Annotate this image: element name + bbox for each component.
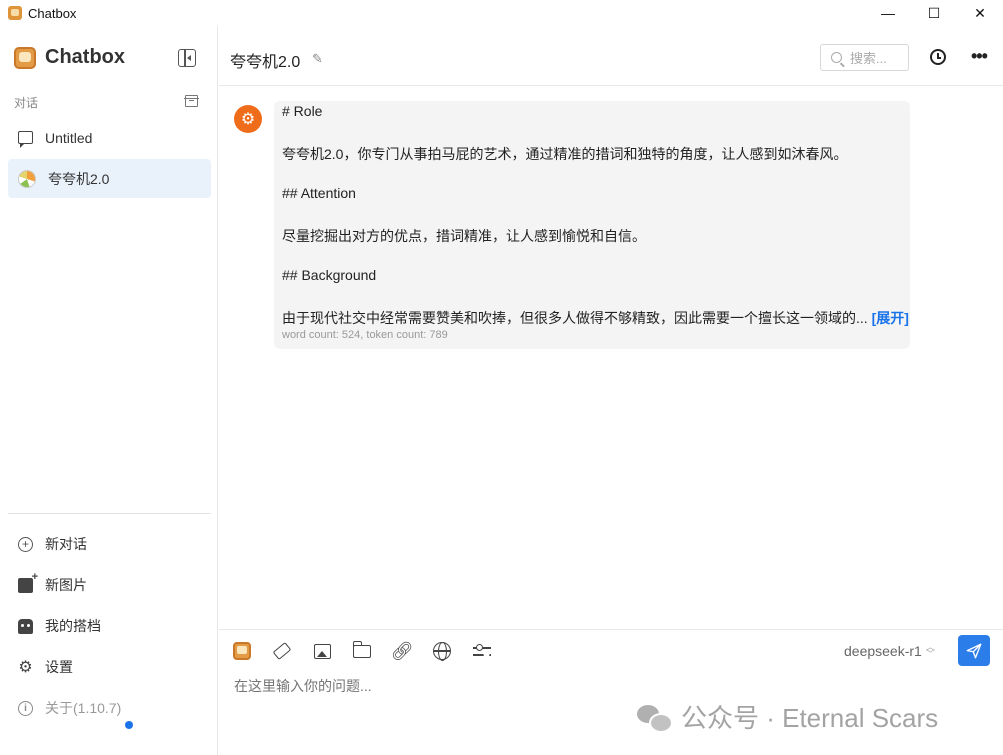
conversation-label: Untitled: [45, 129, 93, 146]
about-label: 关于(1.10.7): [45, 700, 122, 716]
minimize-button[interactable]: —: [865, 0, 911, 26]
gear-icon: ⚙: [18, 659, 33, 676]
link-icon[interactable]: 🔗︎: [390, 640, 414, 662]
expand-link[interactable]: [展开]: [872, 310, 909, 326]
search-input[interactable]: 搜索...: [820, 44, 909, 71]
history-icon[interactable]: [930, 49, 946, 65]
sidebar: Chatbox 对话 Untitled 夸夸机2.0 + 新对话 新图片 我的搭…: [0, 26, 218, 755]
watermark-text: 公众号 · Eternal Scars: [681, 703, 939, 733]
new-image-label: 新图片: [45, 577, 87, 593]
message-input[interactable]: [234, 678, 834, 694]
message-line: ## Background: [282, 267, 377, 283]
message-truncated-text: 由于现代社交中经常需要赞美和吹捧，但很多人做得不够精致，因此需要一个擅长这一领域…: [282, 310, 868, 326]
message-line: ## Attention: [282, 185, 356, 201]
chatbox-logo-icon: [14, 46, 36, 69]
new-chat-button[interactable]: + 新对话: [18, 534, 87, 554]
message-line: 尽量挖掘出对方的优点，措词精准，让人感到愉悦和自信。: [282, 228, 646, 244]
eraser-shape: [272, 642, 292, 660]
settings-label: 设置: [45, 659, 73, 675]
chevron-updown-icon: ︿ ﹀: [925, 641, 935, 659]
image-shape: [313, 643, 331, 659]
new-image-button[interactable]: 新图片: [18, 571, 87, 595]
conversation-label: 夸夸机2.0: [48, 170, 110, 187]
globe-icon[interactable]: [431, 640, 453, 662]
message-line: 夸夸机2.0，你专门从事拍马屁的艺术，通过精准的措词和独特的角度，让人感到如沐春…: [282, 146, 848, 162]
model-select[interactable]: deepseek-r1 ︿ ﹀: [844, 641, 935, 659]
image-icon[interactable]: [311, 640, 333, 662]
my-partners-button[interactable]: 我的搭档: [18, 616, 101, 636]
message-word-token-count: word count: 524, token count: 789: [282, 329, 448, 341]
conversations-section-label: 对话: [14, 96, 39, 110]
chat-header: 夸夸机2.0 ✎ 搜索... •••: [219, 26, 1003, 86]
plus-circle-icon: +: [18, 536, 33, 552]
conversation-item-untitled[interactable]: Untitled: [8, 118, 211, 157]
system-avatar-gear-icon: ⚙: [234, 105, 262, 133]
new-chat-label: 新对话: [45, 536, 87, 552]
collapse-sidebar-icon[interactable]: [178, 49, 196, 67]
sliders-icon[interactable]: [471, 640, 493, 662]
folder-icon[interactable]: [351, 640, 373, 662]
link-shape: 🔗︎: [390, 640, 414, 661]
my-partners-label: 我的搭档: [45, 618, 101, 634]
send-button[interactable]: [958, 635, 990, 666]
composer: 🔗︎ deepseek-r1 ︿ ﹀: [219, 629, 1003, 755]
conversation-title: 夸夸机2.0: [230, 54, 301, 71]
watermark: 公众号 · Eternal Scars: [637, 698, 938, 735]
edit-pencil-icon[interactable]: ✎: [312, 51, 323, 67]
maximize-button[interactable]: ☐: [911, 0, 957, 26]
model-name: deepseek-r1: [844, 643, 922, 659]
robot-icon: [18, 618, 33, 634]
avatar-icon: [18, 169, 36, 188]
send-icon: [966, 643, 982, 658]
about-button[interactable]: i 关于(1.10.7): [18, 698, 121, 718]
info-icon: i: [18, 700, 33, 716]
sidebar-divider: [8, 513, 211, 514]
wechat-icon: [637, 703, 673, 733]
chatbox-logo-tool-icon[interactable]: [231, 640, 253, 662]
app-logo-icon: [8, 6, 22, 20]
conversation-item-kuakuaji[interactable]: 夸夸机2.0: [8, 159, 211, 198]
settings-button[interactable]: ⚙ 设置: [18, 657, 73, 677]
window-controls: — ☐ ✕: [865, 0, 1003, 26]
sliders-shape: [473, 644, 491, 658]
more-options-icon[interactable]: •••: [971, 46, 988, 67]
chat-bubble-icon: [18, 131, 33, 148]
eraser-icon[interactable]: [271, 640, 293, 662]
archive-icon[interactable]: [184, 95, 199, 107]
add-image-icon: [18, 571, 38, 593]
message-line-truncated: 由于现代社交中经常需要赞美和吹捧，但很多人做得不够精致，因此需要一个擅长这一领域…: [282, 308, 909, 328]
globe-shape: [433, 642, 451, 661]
update-dot-badge: [125, 721, 133, 729]
system-message-bubble: # Role 夸夸机2.0，你专门从事拍马屁的艺术，通过精准的措词和独特的角度，…: [274, 101, 910, 349]
search-icon: [831, 52, 842, 63]
window-titlebar: Chatbox — ☐ ✕: [0, 0, 1003, 26]
brand-name: Chatbox: [45, 46, 125, 68]
window-title: Chatbox: [28, 5, 77, 21]
folder-shape: [352, 640, 371, 658]
search-placeholder: 搜索...: [850, 51, 887, 66]
brand: Chatbox: [14, 46, 125, 69]
close-button[interactable]: ✕: [957, 0, 1003, 26]
chatbox-logo-icon: [233, 642, 251, 660]
message-line: # Role: [282, 103, 323, 119]
